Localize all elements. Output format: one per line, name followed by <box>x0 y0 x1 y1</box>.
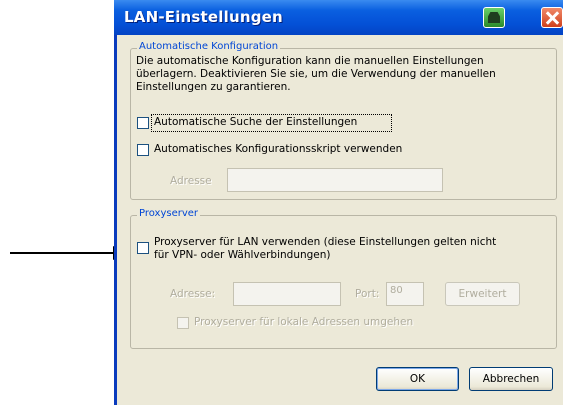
help-icon <box>488 12 500 23</box>
ok-button[interactable]: OK <box>376 367 459 391</box>
titlebar[interactable]: LAN-Einstellungen <box>114 0 563 35</box>
cancel-button[interactable]: Abbrechen <box>469 367 553 391</box>
annotation-arrow-line <box>10 252 113 254</box>
use-proxy-label-line2[interactable]: für VPN- oder Wählverbindungen) <box>154 249 331 262</box>
window-title: LAN-Einstellungen <box>124 8 283 26</box>
close-button[interactable] <box>541 7 563 28</box>
help-button[interactable] <box>483 7 505 28</box>
script-address-input[interactable] <box>227 168 443 192</box>
config-script-label[interactable]: Automatisches Konfigurationsskript verwe… <box>154 143 402 156</box>
auto-detect-checkbox[interactable] <box>137 117 149 129</box>
use-proxy-label[interactable]: Proxyserver für LAN verwenden (diese Ein… <box>154 236 496 249</box>
lan-settings-dialog: LAN-Einstellungen Automatische Konfigura… <box>114 0 563 405</box>
bypass-local-checkbox[interactable] <box>177 317 189 329</box>
script-address-label: Adresse <box>170 175 212 187</box>
advanced-button[interactable]: Erweitert <box>445 282 520 306</box>
proxy-address-label: Adresse: <box>170 288 216 300</box>
auto-config-legend: Automatische Konfiguration <box>137 41 281 52</box>
proxy-address-input[interactable] <box>233 282 341 306</box>
use-proxy-checkbox[interactable] <box>137 242 149 254</box>
config-script-checkbox[interactable] <box>137 144 149 156</box>
auto-config-description: Die automatische Konfiguration kann die … <box>136 55 496 93</box>
auto-detect-label[interactable]: Automatische Suche der Einstellungen <box>154 116 357 129</box>
proxy-port-input[interactable]: 80 <box>386 282 424 306</box>
proxy-port-label: Port: <box>355 288 380 300</box>
proxy-legend: Proxyserver <box>137 208 201 219</box>
bypass-local-label[interactable]: Proxyserver für lokale Adressen umgehen <box>194 316 413 329</box>
